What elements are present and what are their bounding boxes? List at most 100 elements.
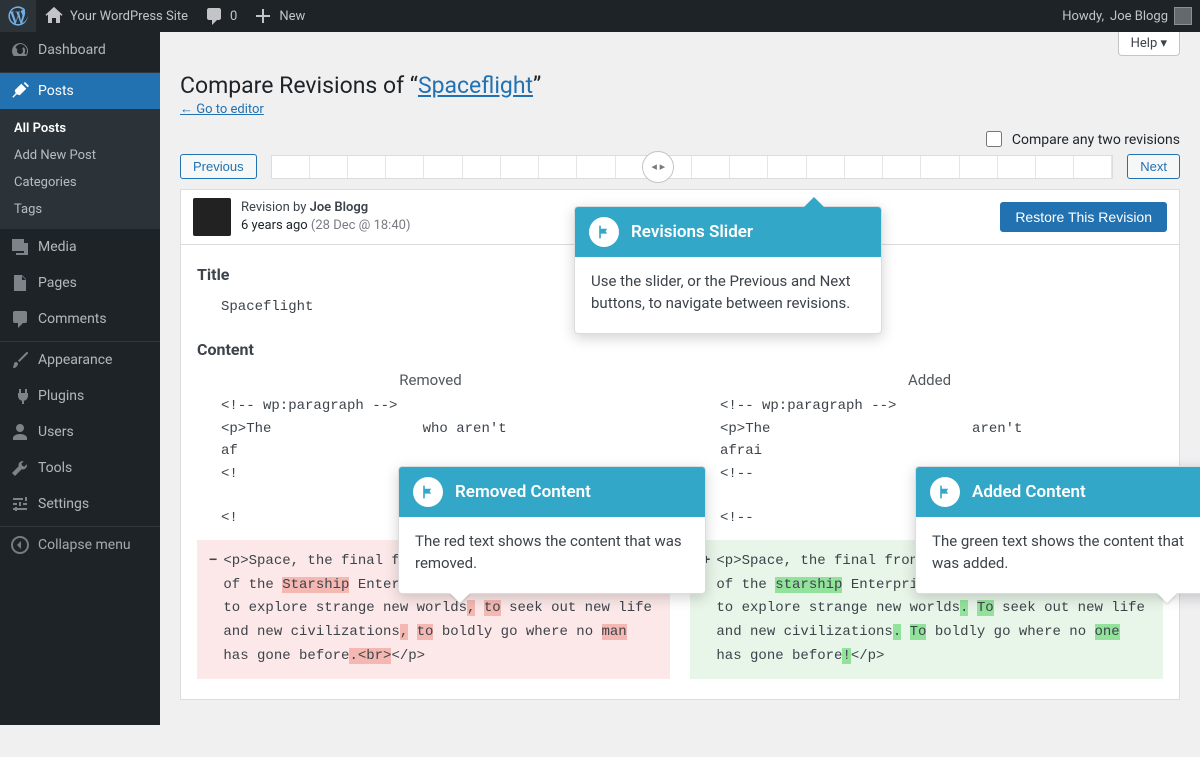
sidebar-collapse-button[interactable]: Collapse menu: [0, 527, 160, 563]
sidebar-item-plugins[interactable]: Plugins: [0, 378, 160, 414]
next-button[interactable]: Next: [1127, 154, 1180, 179]
page-title: Compare Revisions of “Spaceflight”: [180, 72, 1180, 99]
diff-content-label: Content: [197, 340, 1163, 359]
sidebar-item-label: Comments: [38, 311, 107, 327]
sidebar-item-label: Plugins: [38, 388, 84, 404]
revision-author: Joe Blogg: [310, 200, 369, 215]
help-tab-button[interactable]: Help ▾: [1118, 32, 1180, 56]
tour-body: The red text shows the content that was …: [399, 517, 705, 593]
sidebar-item-label: Collapse menu: [38, 537, 131, 553]
wrench-icon: [10, 458, 30, 478]
help-label: Help ▾: [1131, 36, 1167, 51]
admin-toolbar: Your WordPress Site 0 New Howdy, Joe Blo…: [0, 0, 1200, 32]
admin-sidebar: Dashboard Posts All Posts Add New Post C…: [0, 32, 160, 725]
dashboard-icon: [10, 40, 30, 60]
revision-tick[interactable]: [807, 156, 845, 178]
submenu-all-posts[interactable]: All Posts: [0, 115, 160, 142]
revision-date: (28 Dec @ 18:40): [308, 218, 411, 233]
revision-age: 6 years ago: [241, 218, 308, 233]
revision-tick[interactable]: [463, 156, 501, 178]
sidebar-item-label: Dashboard: [38, 42, 106, 58]
new-content-button[interactable]: New: [245, 0, 313, 32]
wp-logo-button[interactable]: [0, 0, 36, 32]
added-column-head: Added: [696, 371, 1163, 389]
revision-nav: Previous ◂ ▸ Next: [180, 154, 1180, 179]
revision-tick[interactable]: [883, 156, 921, 178]
tour-body: The green text shows the content that wa…: [916, 517, 1200, 593]
revision-tick[interactable]: [1074, 156, 1112, 178]
revision-tick[interactable]: [501, 156, 539, 178]
comments-count: 0: [230, 9, 237, 24]
sidebar-item-posts[interactable]: Posts: [0, 73, 160, 109]
post-title-link[interactable]: Spaceflight: [418, 72, 533, 99]
site-name-label: Your WordPress Site: [70, 9, 188, 24]
revision-tick[interactable]: [386, 156, 424, 178]
author-avatar: [193, 198, 231, 236]
revision-tick[interactable]: [539, 156, 577, 178]
compare-two-checkbox[interactable]: [986, 131, 1002, 147]
submenu-add-new-post[interactable]: Add New Post: [0, 142, 160, 169]
pin-icon: [10, 81, 30, 101]
revision-tick[interactable]: [960, 156, 998, 178]
plug-icon: [10, 386, 30, 406]
revision-tick[interactable]: [348, 156, 386, 178]
revisions-wrap: Compare Revisions of “Spaceflight” ← Go …: [160, 56, 1200, 700]
revision-meta-text: Revision by Joe Blogg 6 years ago (28 De…: [241, 199, 410, 235]
user-icon: [10, 422, 30, 442]
page-body: Help ▾ Compare Revisions of “Spaceflight…: [160, 32, 1200, 700]
revision-tick[interactable]: [692, 156, 730, 178]
tour-title: Revisions Slider: [631, 222, 753, 242]
my-account-button[interactable]: Howdy, Joe Blogg: [1054, 0, 1200, 32]
revision-tick[interactable]: [845, 156, 883, 178]
compare-two-label[interactable]: Compare any two revisions: [1012, 132, 1180, 148]
site-name-button[interactable]: Your WordPress Site: [36, 0, 196, 32]
user-display-name: Joe Blogg: [1110, 9, 1168, 24]
media-icon: [10, 237, 30, 257]
sidebar-item-label: Users: [38, 424, 74, 440]
brush-icon: [10, 350, 30, 370]
sidebar-item-pages[interactable]: Pages: [0, 265, 160, 301]
revision-tick[interactable]: [310, 156, 348, 178]
tour-title: Removed Content: [455, 482, 591, 502]
new-label: New: [279, 9, 305, 24]
tour-title: Added Content: [972, 482, 1086, 502]
tour-removed-content: Removed Content The red text shows the c…: [398, 466, 706, 594]
removed-sign: −: [209, 550, 217, 669]
revision-tick[interactable]: [768, 156, 806, 178]
home-icon: [44, 6, 64, 26]
revision-tick[interactable]: [424, 156, 462, 178]
flag-icon: [413, 477, 443, 507]
flag-icon: [930, 477, 960, 507]
sidebar-item-comments[interactable]: Comments: [0, 301, 160, 337]
previous-button[interactable]: Previous: [180, 154, 257, 179]
sidebar-item-users[interactable]: Users: [0, 414, 160, 450]
sidebar-item-label: Appearance: [38, 352, 112, 368]
tour-body: Use the slider, or the Previous and Next…: [575, 257, 881, 333]
restore-revision-button[interactable]: Restore This Revision: [1000, 202, 1167, 232]
submenu-tags[interactable]: Tags: [0, 196, 160, 223]
sidebar-item-settings[interactable]: Settings: [0, 486, 160, 522]
sidebar-item-label: Settings: [38, 496, 89, 512]
user-avatar-icon: [1174, 7, 1192, 25]
sidebar-item-dashboard[interactable]: Dashboard: [0, 32, 160, 68]
revision-tick[interactable]: [921, 156, 959, 178]
revision-tick[interactable]: [577, 156, 615, 178]
sidebar-item-tools[interactable]: Tools: [0, 450, 160, 486]
revision-tick[interactable]: [272, 156, 310, 178]
revision-tick[interactable]: [998, 156, 1036, 178]
go-to-editor-link[interactable]: ← Go to editor: [180, 101, 264, 117]
submenu-categories[interactable]: Categories: [0, 169, 160, 196]
compare-two-toggle-wrap: Compare any two revisions: [180, 131, 1180, 148]
comments-icon: [10, 309, 30, 329]
sidebar-item-appearance[interactable]: Appearance: [0, 342, 160, 378]
revision-tick[interactable]: [730, 156, 768, 178]
plus-icon: [253, 6, 273, 26]
comments-button[interactable]: 0: [196, 0, 245, 32]
tour-revisions-slider: Revisions Slider Use the slider, or the …: [574, 206, 882, 334]
howdy-prefix: Howdy,: [1062, 9, 1104, 24]
revisions-slider-handle[interactable]: ◂ ▸: [642, 151, 674, 183]
revision-tick[interactable]: [1036, 156, 1074, 178]
tour-added-content: Added Content The green text shows the c…: [915, 466, 1200, 594]
sidebar-item-media[interactable]: Media: [0, 229, 160, 265]
revisions-tickbar[interactable]: ◂ ▸: [271, 155, 1114, 179]
